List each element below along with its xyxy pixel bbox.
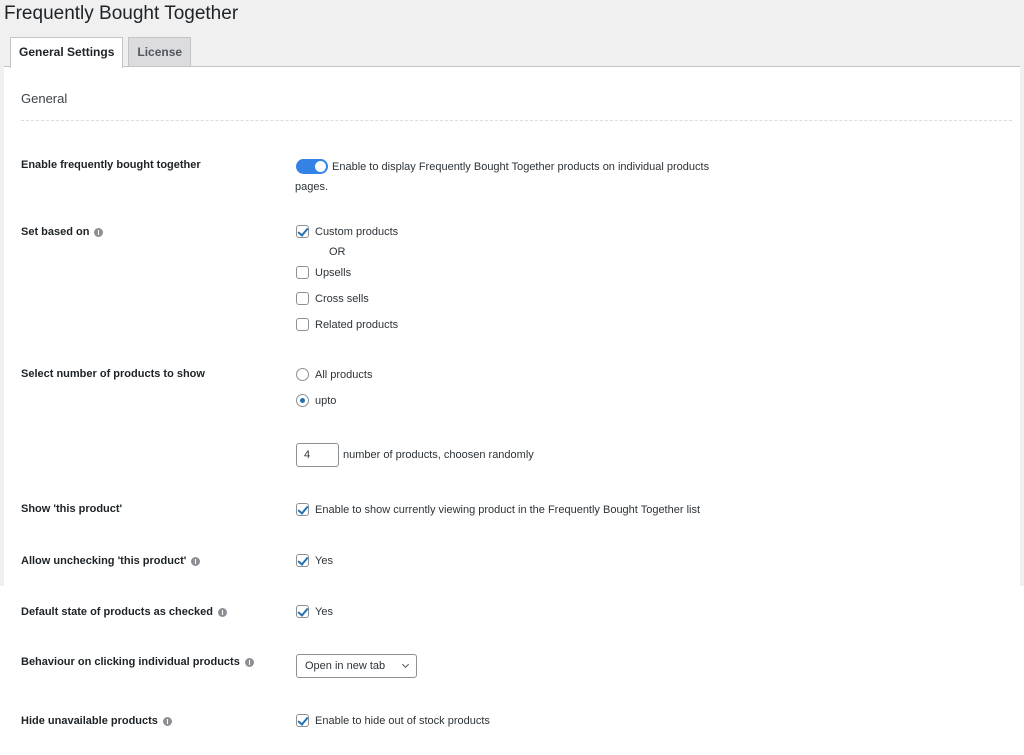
info-icon[interactable] [244, 657, 254, 667]
behaviour-select[interactable]: Open in new tab [296, 654, 417, 678]
enable-field: Enable to display Frequently Bought Toge… [296, 159, 709, 174]
tab-general-settings[interactable]: General Settings [10, 37, 124, 68]
chevron-down-icon [401, 660, 410, 669]
default-checked-checkbox[interactable] [296, 605, 309, 618]
enable-label-text: Enable frequently bought together [21, 159, 201, 171]
enable-label: Enable frequently bought together [21, 159, 201, 171]
cross-sells-label: Cross sells [315, 292, 369, 305]
option-upsells[interactable]: Upsells [296, 266, 351, 279]
show-this-product-field[interactable]: Enable to show currently viewing product… [296, 503, 700, 516]
option-upto[interactable]: upto [296, 394, 336, 407]
count-field: number of products, choosen randomly [296, 443, 534, 467]
info-icon[interactable] [94, 227, 104, 237]
settings-tabs: General Settings License [10, 37, 196, 68]
show-this-product-checkbox[interactable] [296, 503, 309, 516]
number-to-show-label-text: Select number of products to show [21, 368, 205, 380]
upto-label: upto [315, 394, 337, 407]
option-cross-sells[interactable]: Cross sells [296, 292, 369, 305]
info-icon[interactable] [191, 556, 201, 566]
hide-unavailable-field[interactable]: Enable to hide out of stock products [296, 714, 490, 727]
related-products-label: Related products [315, 318, 399, 331]
default-checked-description: Yes [315, 605, 333, 618]
allow-unchecking-field[interactable]: Yes [296, 554, 333, 567]
related-products-checkbox[interactable] [296, 318, 309, 331]
behaviour-label: Behaviour on clicking individual product… [21, 656, 254, 668]
page-title: Frequently Bought Together [4, 3, 239, 24]
behaviour-selected-value: Open in new tab [305, 660, 386, 672]
or-separator: OR [329, 246, 346, 258]
option-custom-products[interactable]: Custom products [296, 225, 398, 238]
custom-products-checkbox[interactable] [296, 225, 309, 238]
section-title: General [21, 91, 68, 106]
behaviour-label-text: Behaviour on clicking individual product… [21, 656, 240, 668]
product-count-input[interactable] [296, 443, 339, 467]
upto-radio[interactable] [296, 394, 309, 407]
enable-toggle[interactable] [296, 159, 328, 174]
enable-description-continued: pages. [295, 181, 329, 193]
option-all-products[interactable]: All products [296, 368, 372, 381]
info-icon[interactable] [162, 716, 172, 726]
product-count-suffix: number of products, choosen randomly [343, 449, 534, 461]
allow-unchecking-label-text: Allow unchecking 'this product' [21, 555, 187, 567]
show-this-product-label-text: Show 'this product' [21, 503, 123, 515]
number-to-show-label: Select number of products to show [21, 368, 205, 380]
hide-unavailable-checkbox[interactable] [296, 714, 309, 727]
set-based-on-label: Set based on [21, 226, 104, 238]
all-products-label: All products [315, 368, 373, 381]
hide-unavailable-label: Hide unavailable products [21, 715, 172, 727]
hide-unavailable-description: Enable to hide out of stock products [315, 714, 490, 727]
all-products-radio[interactable] [296, 368, 309, 381]
cross-sells-checkbox[interactable] [296, 292, 309, 305]
upsells-checkbox[interactable] [296, 266, 309, 279]
default-checked-label-text: Default state of products as checked [21, 606, 213, 618]
set-based-on-label-text: Set based on [21, 226, 90, 238]
upsells-label: Upsells [315, 266, 352, 279]
default-checked-label: Default state of products as checked [21, 606, 227, 618]
allow-unchecking-checkbox[interactable] [296, 554, 309, 567]
info-icon[interactable] [217, 607, 227, 617]
show-this-product-label: Show 'this product' [21, 503, 122, 515]
behaviour-field: Open in new tab [296, 654, 417, 678]
custom-products-label: Custom products [315, 225, 399, 238]
tab-license[interactable]: License [128, 37, 192, 67]
default-checked-field[interactable]: Yes [296, 605, 333, 618]
show-this-product-description: Enable to show currently viewing product… [315, 503, 701, 516]
option-related-products[interactable]: Related products [296, 318, 398, 331]
hide-unavailable-label-text: Hide unavailable products [21, 715, 158, 727]
enable-description: Enable to display Frequently Bought Toge… [332, 160, 710, 173]
section-divider [21, 120, 1012, 121]
allow-unchecking-description: Yes [315, 554, 333, 567]
allow-unchecking-label: Allow unchecking 'this product' [21, 555, 201, 567]
